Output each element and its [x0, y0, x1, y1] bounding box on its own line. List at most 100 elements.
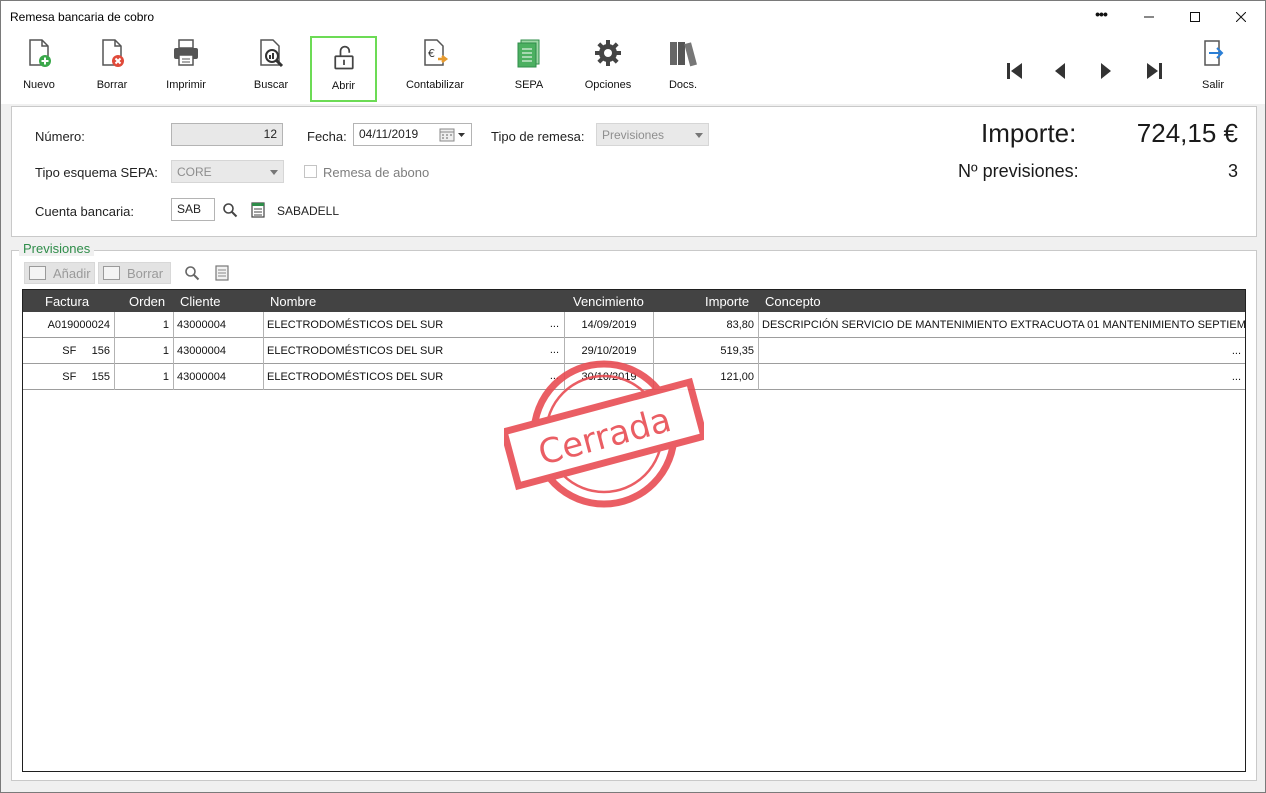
cell-concepto[interactable]: ...	[759, 364, 1245, 390]
minimize-button[interactable]	[1126, 1, 1172, 32]
anadir-button[interactable]: Añadir	[24, 262, 95, 284]
cerrada-stamp: Cerrada	[504, 360, 704, 508]
column-header[interactable]: Orden	[129, 294, 165, 309]
close-button[interactable]	[1218, 1, 1264, 32]
first-record-icon[interactable]	[1003, 60, 1027, 82]
remesa-abono-checkbox[interactable]	[304, 165, 317, 178]
nuevo-button[interactable]: Nuevo	[19, 37, 59, 91]
last-record-icon[interactable]	[1142, 60, 1166, 82]
title-bar: Remesa bancaria de cobro •••	[1, 1, 1265, 32]
fecha-field[interactable]: 04/11/2019	[353, 123, 472, 146]
maximize-icon	[1190, 11, 1200, 22]
column-header[interactable]: Cliente	[180, 294, 220, 309]
svg-text:€: €	[428, 47, 435, 60]
cell-factura[interactable]: SF 156	[23, 338, 115, 364]
cell-importe[interactable]: 83,80	[654, 312, 759, 338]
tipo-remesa-label: Tipo de remesa:	[491, 129, 585, 144]
exit-icon	[1204, 40, 1224, 66]
cell-vencimiento[interactable]: 14/09/2019	[565, 312, 654, 338]
chevron-down-icon	[270, 170, 278, 175]
delete-document-icon	[102, 39, 124, 67]
cell-concepto[interactable]: DESCRIPCIÓN SERVICIO DE MANTENIMIENTO EX…	[759, 312, 1245, 338]
importe-label: Importe:	[981, 118, 1077, 148]
cuenta-label: Cuenta bancaria:	[35, 204, 135, 219]
cuenta-nombre: SABADELL	[277, 204, 340, 218]
numero-label: Número:	[35, 129, 85, 144]
buscar-label: Buscar	[253, 79, 289, 91]
search-document-icon	[260, 39, 284, 68]
tipo-remesa-select[interactable]: Previsiones	[596, 123, 709, 146]
table-row[interactable]: A019000024 1 43000004 ELECTRODOMÉSTICOS …	[23, 312, 1245, 338]
cell-factura[interactable]: SF 155	[23, 364, 115, 390]
column-header[interactable]: Factura	[45, 294, 89, 309]
anadir-label: Añadir	[53, 266, 91, 281]
buscar-button[interactable]: Buscar	[251, 37, 291, 91]
grid-document-icon[interactable]	[215, 265, 229, 281]
chevron-down-icon	[695, 133, 703, 138]
docs-button[interactable]: Docs.	[665, 37, 701, 91]
toolbar: Nuevo Borrar Imprimir Buscar Abrir € Con…	[1, 32, 1265, 104]
column-header[interactable]: Importe	[705, 294, 749, 309]
borrar-label: Borrar	[96, 79, 128, 91]
calendar-dropdown-icon[interactable]	[439, 128, 467, 142]
column-header[interactable]: Nombre	[270, 294, 316, 309]
sepa-label: SEPA	[514, 79, 544, 91]
maximize-button[interactable]	[1172, 1, 1218, 32]
cell-cliente[interactable]: 43000004	[174, 364, 264, 390]
window: Remesa bancaria de cobro ••• Nuevo Borra…	[0, 0, 1266, 793]
borrar-row-button[interactable]: Borrar	[98, 262, 171, 284]
cell-nombre[interactable]: ELECTRODOMÉSTICOS DEL SUR ...	[264, 312, 565, 338]
delete-row-icon	[103, 266, 120, 280]
tipo-sepa-value: CORE	[177, 165, 212, 179]
tipo-sepa-select[interactable]: CORE	[171, 160, 284, 183]
borrar-row-label: Borrar	[127, 266, 164, 281]
next-record-icon[interactable]	[1094, 60, 1118, 82]
borrar-button[interactable]: Borrar	[92, 37, 132, 91]
previous-record-icon[interactable]	[1048, 60, 1072, 82]
opciones-button[interactable]: Opciones	[581, 37, 635, 91]
cuenta-field[interactable]: SAB	[171, 198, 215, 221]
docs-label: Docs.	[668, 79, 698, 91]
cell-orden[interactable]: 1	[115, 312, 174, 338]
document-icon[interactable]	[251, 202, 265, 218]
tipo-remesa-value: Previsiones	[602, 128, 665, 142]
close-icon	[1236, 11, 1246, 22]
cell-orden[interactable]: 1	[115, 364, 174, 390]
printer-icon	[174, 39, 198, 66]
previsiones-count-value: 3	[1227, 161, 1238, 181]
imprimir-button[interactable]: Imprimir	[162, 37, 210, 91]
more-button[interactable]: •••	[1078, 0, 1124, 29]
fecha-label: Fecha:	[307, 129, 347, 144]
nombre-text: ELECTRODOMÉSTICOS DEL SUR	[267, 319, 444, 331]
cell-orden[interactable]: 1	[115, 338, 174, 364]
nombre-text: ELECTRODOMÉSTICOS DEL SUR	[267, 345, 444, 357]
nuevo-label: Nuevo	[23, 79, 55, 91]
ellipsis-button[interactable]: ...	[550, 318, 559, 330]
cell-concepto[interactable]: ...	[759, 338, 1245, 364]
unlock-icon	[333, 45, 354, 70]
column-header[interactable]: Concepto	[765, 294, 821, 309]
gear-icon	[595, 40, 621, 66]
previsiones-legend: Previsiones	[19, 241, 95, 256]
contabilizar-button[interactable]: € Contabilizar	[402, 37, 468, 91]
nombre-text: ELECTRODOMÉSTICOS DEL SUR	[267, 371, 444, 383]
grid-header: Factura Orden Cliente Nombre Vencimiento…	[23, 290, 1245, 312]
cell-cliente[interactable]: 43000004	[174, 312, 264, 338]
search-icon[interactable]	[222, 202, 238, 218]
salir-button[interactable]: Salir	[1197, 37, 1229, 91]
minimize-icon	[1144, 16, 1154, 17]
previsiones-count-label: Nº previsiones:	[958, 161, 1079, 181]
contabilizar-label: Contabilizar	[405, 79, 465, 91]
abrir-button[interactable]: Abrir	[310, 36, 377, 102]
salir-label: Salir	[1201, 79, 1224, 91]
cell-factura[interactable]: A019000024	[23, 312, 115, 338]
remesa-abono-label: Remesa de abono	[323, 165, 430, 180]
sepa-button[interactable]: SEPA	[513, 37, 545, 91]
sepa-icon	[517, 39, 540, 68]
column-header[interactable]: Vencimiento	[573, 294, 644, 309]
numero-field[interactable]: 12	[171, 123, 283, 146]
imprimir-label: Imprimir	[166, 79, 206, 91]
cell-cliente[interactable]: 43000004	[174, 338, 264, 364]
window-title: Remesa bancaria de cobro	[10, 10, 155, 24]
grid-search-icon[interactable]	[184, 265, 200, 281]
